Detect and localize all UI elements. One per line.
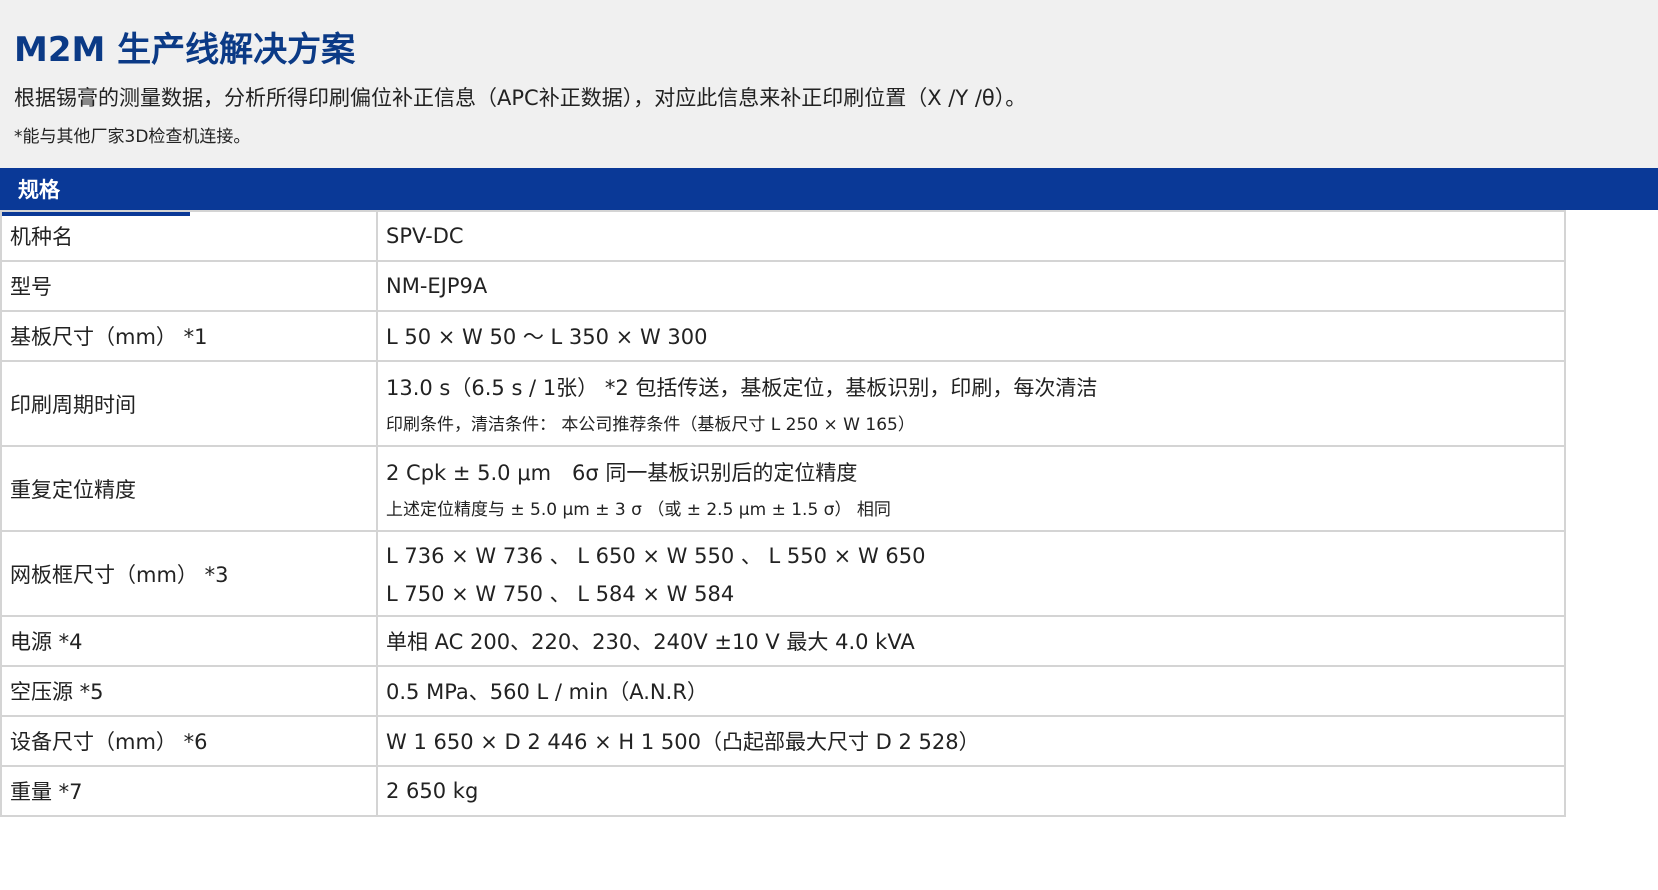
row-label: 型号 bbox=[0, 260, 378, 312]
table-row: 印刷周期时间 13.0 s（6.5 s / 1张） *2 包括传送，基板定位，基… bbox=[0, 360, 1566, 447]
row-label: 基板尺寸（mm） *1 bbox=[0, 310, 378, 362]
row-label: 重量 *7 bbox=[0, 765, 378, 817]
page-note: *能与其他厂家3D检查机连接。 bbox=[14, 127, 251, 147]
table-row: 基板尺寸（mm） *1 L 50 × W 50 ～ L 350 × W 300 bbox=[0, 310, 1566, 362]
row-value: 13.0 s（6.5 s / 1张） *2 包括传送，基板定位，基板识别，印刷，… bbox=[386, 376, 1098, 400]
tab-spec-label: 规格 bbox=[18, 178, 60, 202]
row-value: 0.5 MPa、560 L / min（A.N.R） bbox=[376, 665, 1566, 717]
page-description: 根据锡膏的测量数据，分析所得印刷偏位补正信息（APC补正数据），对应此信息来补正… bbox=[14, 86, 1027, 110]
row-value-cell: 13.0 s（6.5 s / 1张） *2 包括传送，基板定位，基板识别，印刷，… bbox=[376, 360, 1566, 447]
table-row: 重量 *7 2 650 kg bbox=[0, 765, 1566, 817]
row-label: 机种名 bbox=[0, 210, 378, 262]
row-value: 2 Cpk ± 5.0 μm 6σ 同一基板识别后的定位精度 bbox=[386, 461, 858, 485]
table-row: 设备尺寸（mm） *6 W 1 650 × D 2 446 × H 1 500（… bbox=[0, 715, 1566, 767]
row-value-cell: L 736 × W 736 、 L 650 × W 550 、 L 550 × … bbox=[376, 530, 1566, 617]
intro-section: M2M 生产线解决方案 根据锡膏的测量数据，分析所得印刷偏位补正信息（APC补正… bbox=[0, 0, 1658, 168]
page-title: M2M 生产线解决方案 bbox=[14, 30, 356, 70]
spec-header-bar: 规格 bbox=[0, 168, 1658, 216]
row-label: 重复定位精度 bbox=[0, 445, 378, 532]
row-label: 设备尺寸（mm） *6 bbox=[0, 715, 378, 767]
spec-table: 机种名 SPV-DC 型号 NM-EJP9A 基板尺寸（mm） *1 L 50 … bbox=[0, 210, 1566, 817]
row-label: 电源 *4 bbox=[0, 615, 378, 667]
table-row: 重复定位精度 2 Cpk ± 5.0 μm 6σ 同一基板识别后的定位精度 上述… bbox=[0, 445, 1566, 532]
row-value: NM-EJP9A bbox=[376, 260, 1566, 312]
row-value: SPV-DC bbox=[376, 210, 1566, 262]
tab-spec[interactable]: 规格 bbox=[0, 168, 190, 216]
table-row: 网板框尺寸（mm） *3 L 736 × W 736 、 L 650 × W 5… bbox=[0, 530, 1566, 617]
row-label: 印刷周期时间 bbox=[0, 360, 378, 447]
row-subnote: 上述定位精度与 ± 5.0 μm ± 3 σ （或 ± 2.5 μm ± 1.5… bbox=[386, 500, 891, 520]
row-value: 2 650 kg bbox=[376, 765, 1566, 817]
row-value: L 50 × W 50 ～ L 350 × W 300 bbox=[376, 310, 1566, 362]
row-value: 单相 AC 200、220、230、240V ±10 V 最大 4.0 kVA bbox=[376, 615, 1566, 667]
row-value-cell: 2 Cpk ± 5.0 μm 6σ 同一基板识别后的定位精度 上述定位精度与 ±… bbox=[376, 445, 1566, 532]
row-label: 网板框尺寸（mm） *3 bbox=[0, 530, 378, 617]
row-value: L 736 × W 736 、 L 650 × W 550 、 L 550 × … bbox=[386, 543, 926, 568]
row-value: W 1 650 × D 2 446 × H 1 500（凸起部最大尺寸 D 2 … bbox=[376, 715, 1566, 767]
table-row: 空压源 *5 0.5 MPa、560 L / min（A.N.R） bbox=[0, 665, 1566, 717]
row-subnote: 印刷条件，清洁条件： 本公司推荐条件（基板尺寸 L 250 × W 165） bbox=[386, 415, 915, 435]
table-row: 型号 NM-EJP9A bbox=[0, 260, 1566, 312]
table-row: 电源 *4 单相 AC 200、220、230、240V ±10 V 最大 4.… bbox=[0, 615, 1566, 667]
row-label: 空压源 *5 bbox=[0, 665, 378, 717]
row-value-line2: L 750 × W 750 、 L 584 × W 584 bbox=[386, 581, 735, 606]
table-row: 机种名 SPV-DC bbox=[0, 210, 1566, 262]
